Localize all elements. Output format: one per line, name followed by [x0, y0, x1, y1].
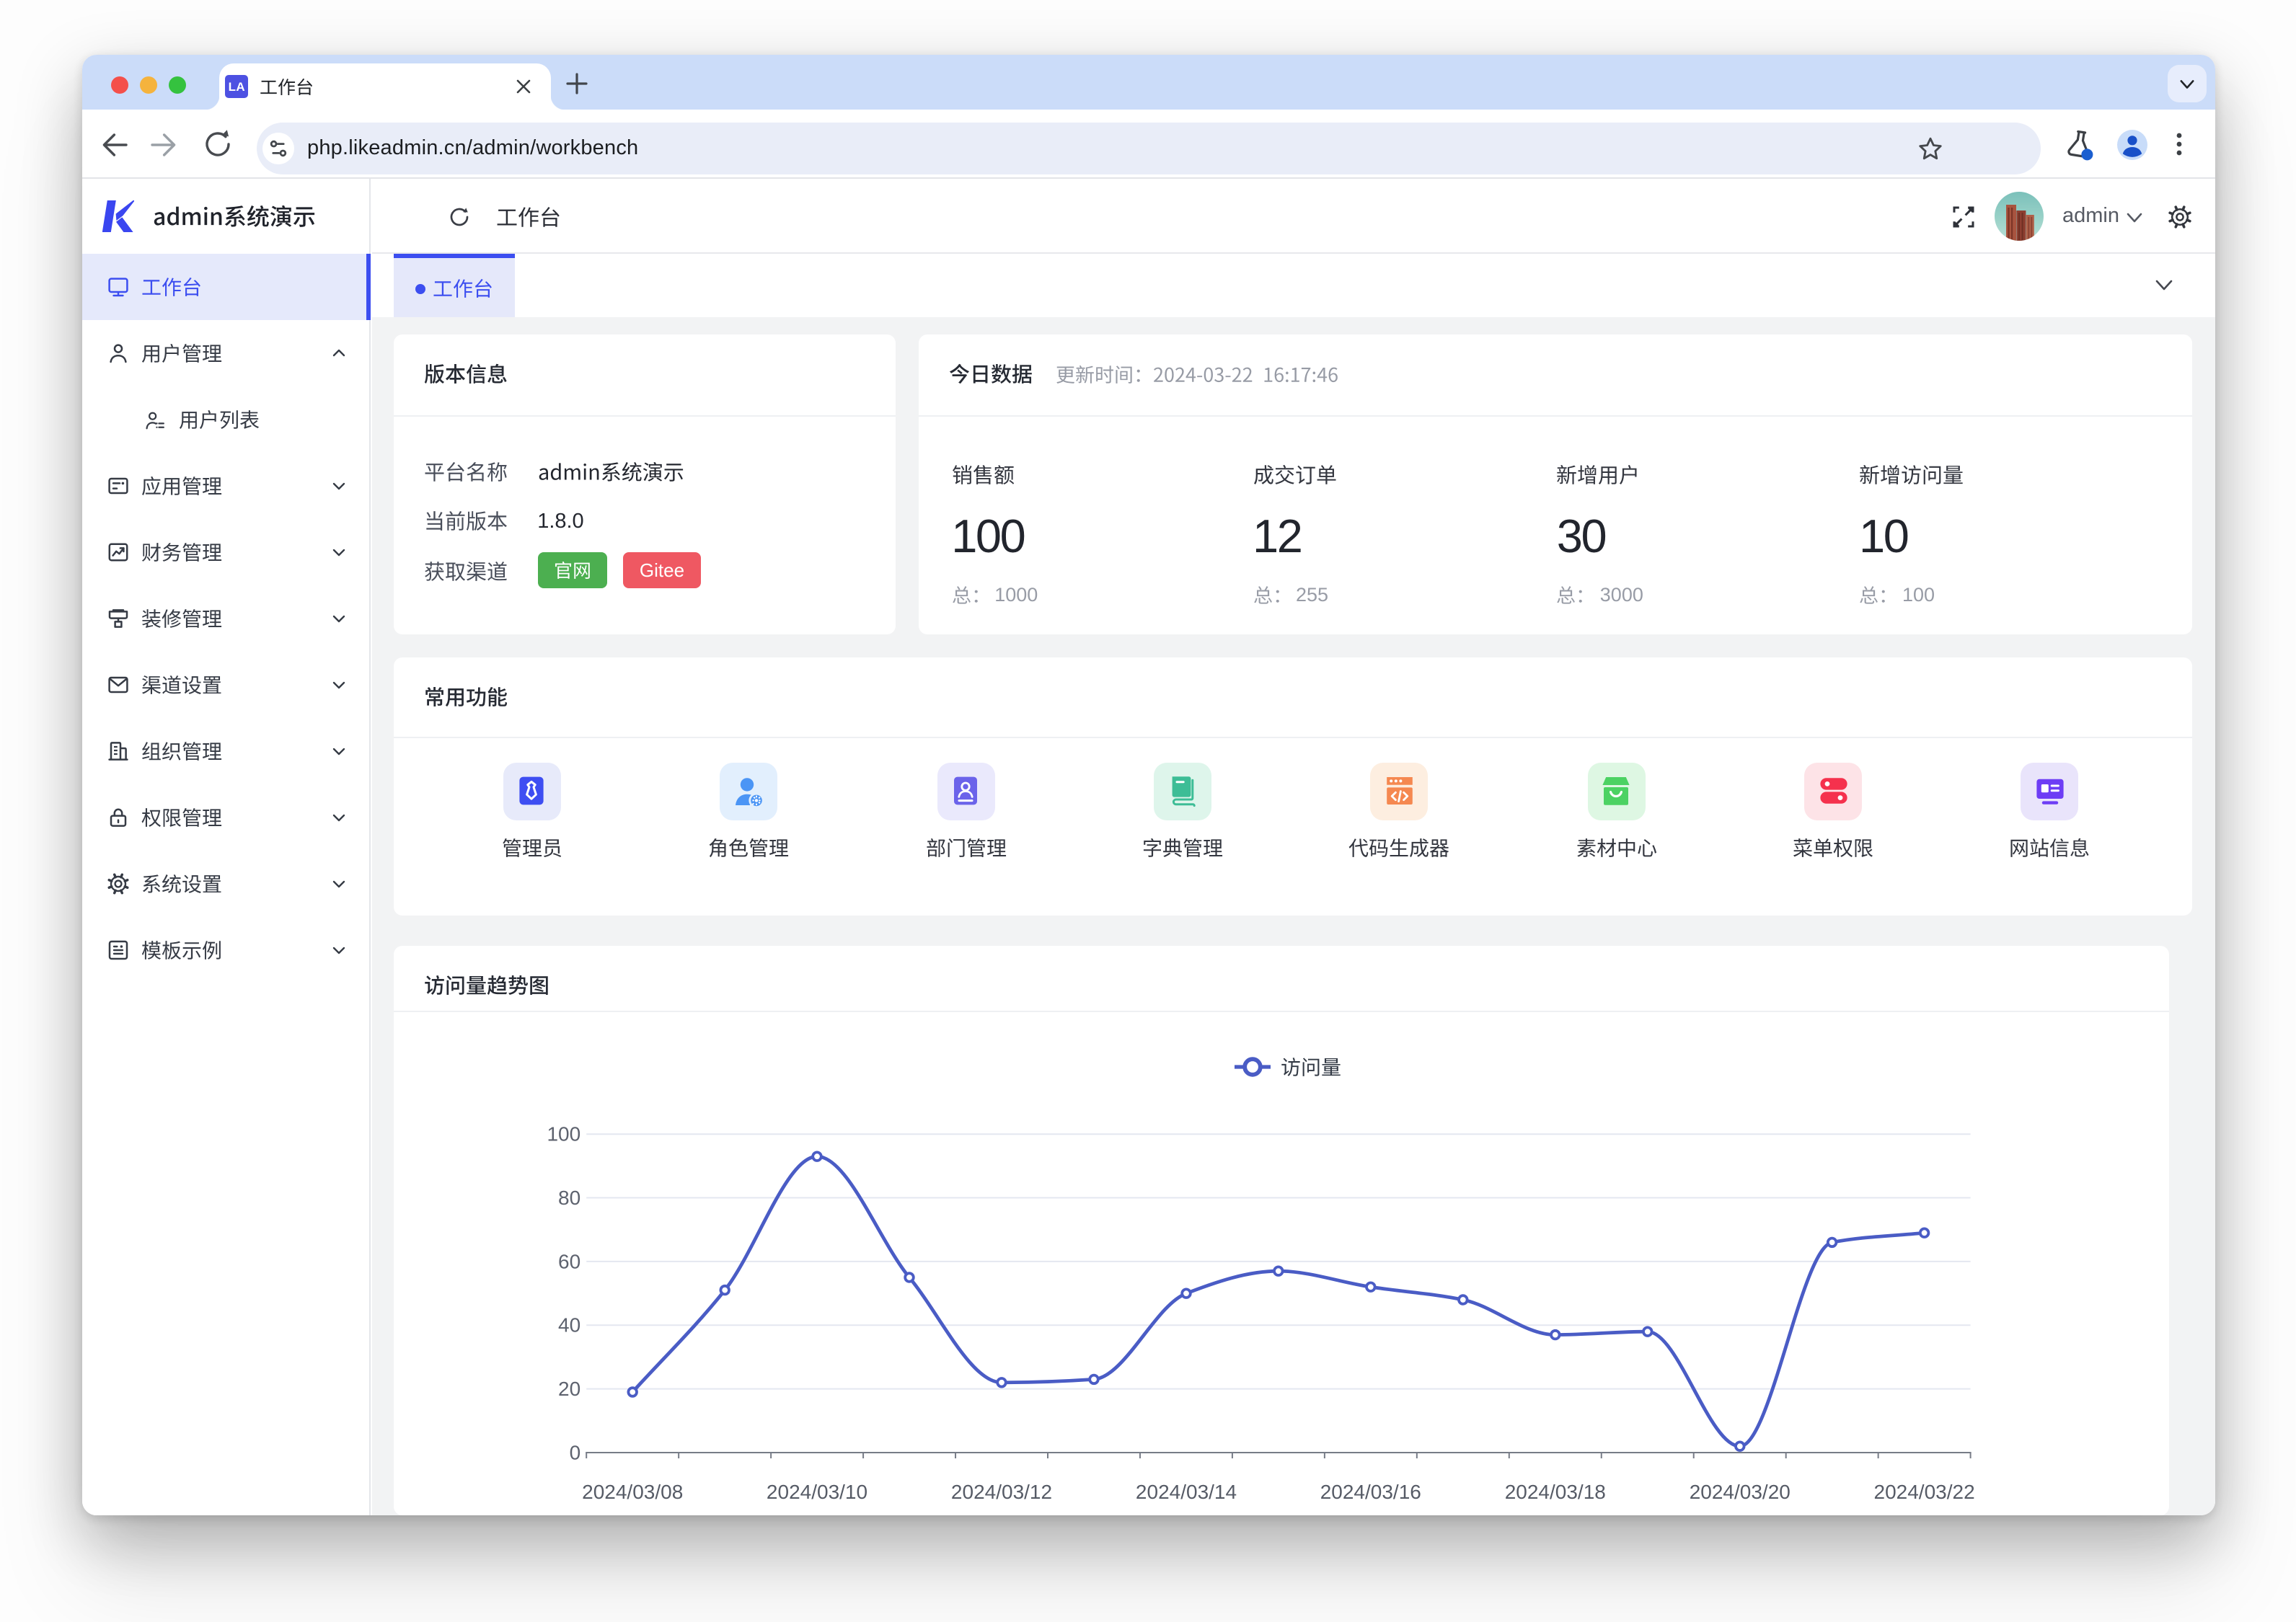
- svg-text:20: 20: [558, 1377, 580, 1399]
- svg-text:80: 80: [558, 1186, 580, 1208]
- svg-text:2024/03/22: 2024/03/22: [1874, 1480, 1975, 1502]
- svg-text:60: 60: [558, 1249, 580, 1272]
- svg-text:0: 0: [570, 1440, 581, 1463]
- svg-text:100: 100: [547, 1122, 580, 1145]
- svg-text:2024/03/14: 2024/03/14: [1136, 1480, 1237, 1502]
- svg-text:2024/03/16: 2024/03/16: [1320, 1480, 1421, 1502]
- svg-text:40: 40: [558, 1313, 580, 1336]
- svg-text:2024/03/08: 2024/03/08: [582, 1480, 683, 1502]
- svg-text:2024/03/10: 2024/03/10: [767, 1480, 867, 1502]
- svg-text:2024/03/20: 2024/03/20: [1690, 1480, 1791, 1502]
- svg-text:2024/03/18: 2024/03/18: [1505, 1480, 1606, 1502]
- svg-text:2024/03/12: 2024/03/12: [951, 1480, 1052, 1502]
